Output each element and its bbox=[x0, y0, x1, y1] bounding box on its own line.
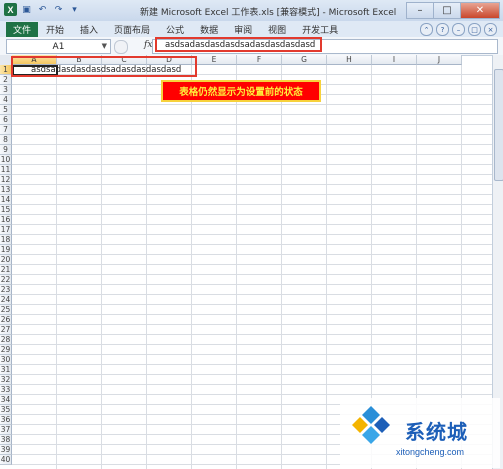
name-box-value: A1 bbox=[52, 41, 65, 52]
tab-page-layout[interactable]: 页面布局 bbox=[106, 23, 158, 36]
row-header-19[interactable]: 19 bbox=[0, 245, 12, 255]
row-header-34[interactable]: 34 bbox=[0, 395, 12, 405]
row-header-20[interactable]: 20 bbox=[0, 255, 12, 265]
workbook-close-icon[interactable]: × bbox=[484, 23, 497, 36]
row-header-39[interactable]: 39 bbox=[0, 445, 12, 455]
minimize-ribbon-icon[interactable]: ⌃ bbox=[420, 23, 433, 36]
ribbon-right-controls: ⌃ ? – □ × bbox=[420, 23, 497, 36]
tab-insert[interactable]: 插入 bbox=[72, 23, 106, 36]
row-header-13[interactable]: 13 bbox=[0, 185, 12, 195]
row-header-40[interactable]: 40 bbox=[0, 455, 12, 465]
row-header-25[interactable]: 25 bbox=[0, 305, 12, 315]
minimize-button[interactable]: – bbox=[406, 2, 434, 19]
tab-view[interactable]: 视图 bbox=[260, 23, 294, 36]
row-header-9[interactable]: 9 bbox=[0, 145, 12, 155]
ribbon-tabs: 文件 开始 插入 页面布局 公式 数据 审阅 视图 开发工具 ⌃ ? – □ × bbox=[0, 21, 503, 38]
row-header-23[interactable]: 23 bbox=[0, 285, 12, 295]
row-header-3[interactable]: 3 bbox=[0, 85, 12, 95]
row-header-7[interactable]: 7 bbox=[0, 125, 12, 135]
redo-icon[interactable]: ↷ bbox=[52, 3, 65, 16]
workbook-minimize-icon[interactable]: – bbox=[452, 23, 465, 36]
tab-review[interactable]: 审阅 bbox=[226, 23, 260, 36]
row-header-18[interactable]: 18 bbox=[0, 235, 12, 245]
maximize-button[interactable]: □ bbox=[433, 2, 461, 19]
column-header-g[interactable]: G bbox=[282, 55, 327, 65]
save-icon[interactable]: ▣ bbox=[20, 3, 33, 16]
title-bar: X ▣ ↶ ↷ ▾ 新建 Microsoft Excel 工作表.xls [兼容… bbox=[0, 0, 503, 22]
formula-bar-expand-icon[interactable] bbox=[114, 40, 128, 54]
close-button[interactable]: ✕ bbox=[460, 2, 500, 19]
row-header-16[interactable]: 16 bbox=[0, 215, 12, 225]
row-header-36[interactable]: 36 bbox=[0, 415, 12, 425]
excel-app-icon[interactable]: X bbox=[4, 3, 17, 16]
row-header-6[interactable]: 6 bbox=[0, 115, 12, 125]
row-header-12[interactable]: 12 bbox=[0, 175, 12, 185]
tab-developer[interactable]: 开发工具 bbox=[294, 23, 346, 36]
formula-content-highlight: asdsadasdasdasdsadasdasdasdasd bbox=[155, 37, 322, 52]
column-header-j[interactable]: J bbox=[417, 55, 462, 65]
row-header-30[interactable]: 30 bbox=[0, 355, 12, 365]
window-title: 新建 Microsoft Excel 工作表.xls [兼容模式] - Micr… bbox=[140, 8, 397, 18]
row-header-33[interactable]: 33 bbox=[0, 385, 12, 395]
row-header-10[interactable]: 10 bbox=[0, 155, 12, 165]
annotation-callout: 表格仍然显示为设置前的状态 bbox=[161, 80, 321, 102]
row-header-22[interactable]: 22 bbox=[0, 275, 12, 285]
column-header-h[interactable]: H bbox=[327, 55, 372, 65]
column-header-f[interactable]: F bbox=[237, 55, 282, 65]
tab-data[interactable]: 数据 bbox=[192, 23, 226, 36]
row-header-4[interactable]: 4 bbox=[0, 95, 12, 105]
undo-icon[interactable]: ↶ bbox=[36, 3, 49, 16]
customize-qat-icon[interactable]: ▾ bbox=[68, 3, 81, 16]
column-header-i[interactable]: I bbox=[372, 55, 417, 65]
row-header-32[interactable]: 32 bbox=[0, 375, 12, 385]
watermark-text: 系统城 bbox=[405, 420, 468, 444]
row-header-31[interactable]: 31 bbox=[0, 365, 12, 375]
quick-access-toolbar: X ▣ ↶ ↷ ▾ bbox=[4, 3, 81, 16]
row-header-29[interactable]: 29 bbox=[0, 345, 12, 355]
row-header-27[interactable]: 27 bbox=[0, 325, 12, 335]
tab-file[interactable]: 文件 bbox=[6, 21, 38, 37]
tab-formulas[interactable]: 公式 bbox=[158, 23, 192, 36]
name-box[interactable]: A1 ▼ bbox=[6, 39, 111, 54]
row-header-24[interactable]: 24 bbox=[0, 295, 12, 305]
row-header-14[interactable]: 14 bbox=[0, 195, 12, 205]
row-header-5[interactable]: 5 bbox=[0, 105, 12, 115]
watermark-url: xitongcheng.com bbox=[396, 447, 465, 457]
help-icon[interactable]: ? bbox=[436, 23, 449, 36]
scrollbar-thumb[interactable] bbox=[494, 69, 503, 181]
tab-home[interactable]: 开始 bbox=[38, 23, 72, 36]
row-header-11[interactable]: 11 bbox=[0, 165, 12, 175]
row-header-38[interactable]: 38 bbox=[0, 435, 12, 445]
row-header-37[interactable]: 37 bbox=[0, 425, 12, 435]
row-header-35[interactable]: 35 bbox=[0, 405, 12, 415]
window-controls: – □ ✕ bbox=[406, 2, 500, 19]
row-header-17[interactable]: 17 bbox=[0, 225, 12, 235]
chevron-down-icon[interactable]: ▼ bbox=[102, 42, 107, 50]
row-header-28[interactable]: 28 bbox=[0, 335, 12, 345]
row-header-15[interactable]: 15 bbox=[0, 205, 12, 215]
cell-a1-highlight bbox=[11, 56, 197, 77]
workbook-restore-icon[interactable]: □ bbox=[468, 23, 481, 36]
formula-value: asdsadasdasdasdsadasdasdasdasd bbox=[165, 39, 316, 50]
column-header-e[interactable]: E bbox=[192, 55, 237, 65]
row-header-21[interactable]: 21 bbox=[0, 265, 12, 275]
watermark-logo-icon bbox=[352, 406, 390, 444]
row-header-26[interactable]: 26 bbox=[0, 315, 12, 325]
row-header-8[interactable]: 8 bbox=[0, 135, 12, 145]
